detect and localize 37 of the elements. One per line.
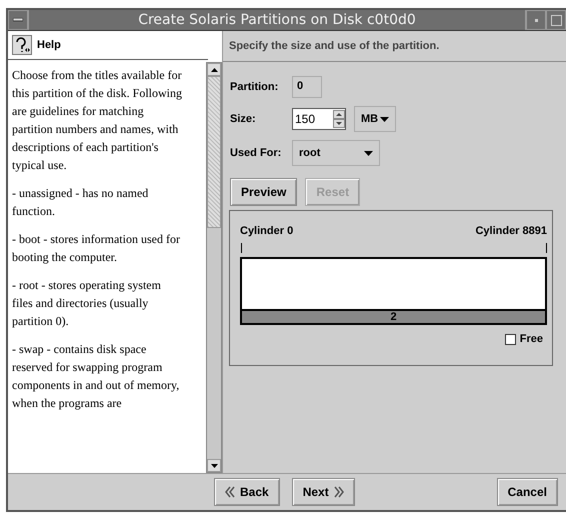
maximize-icon[interactable] [550,14,562,26]
start-cylinder-label: Cylinder 0 [240,225,294,237]
caret-icon [364,150,373,156]
used-for-label: Used For: [230,147,282,159]
partition-field: 0 [292,76,322,98]
partition-label: Partition: [230,81,280,93]
window-title: Create Solaris Partitions on Disk c0t0d0 [28,10,526,30]
help-title: Help [37,39,61,51]
double-chevron-right-icon [334,486,344,498]
minimize-icon[interactable] [534,18,538,22]
scroll-up-icon[interactable] [210,68,218,72]
scrollbar-thumb[interactable] [207,76,221,228]
partition-segment[interactable]: 2 [242,309,545,323]
scrollbar[interactable] [206,62,222,473]
help-paragraph: Choose from the titles available for this partition of the disk. Following are guidelines for matching partition numbers and names, with descriptions of each partition's typical use. [12,67,182,174]
cancel-button[interactable]: Cancel [496,478,558,506]
window-menu-icon[interactable] [13,18,23,22]
free-checkbox[interactable] [504,334,516,344]
preview-button[interactable]: Preview [230,178,298,206]
next-button[interactable]: Next [292,478,355,506]
back-button[interactable]: Back [214,478,280,506]
size-field[interactable]: 150 [292,108,346,130]
double-chevron-left-icon [225,486,235,498]
help-paragraph: - unassigned - has no named function. [12,185,150,220]
spinner-icon[interactable] [333,110,345,128]
help-paragraph: - root - stores operating system files and directories (usually partition 0). [12,277,162,330]
help-paragraph: - swap - contains disk space reserved for swapping program components in and out of memory, when the programs are [12,341,180,412]
free-label: Free [520,333,543,345]
unit-dropdown[interactable]: MB [354,106,396,132]
instruction-text: Specify the size and use of the partition. [223,31,566,62]
caret-icon [380,116,389,122]
size-label: Size: [230,113,257,125]
scroll-down-icon[interactable] [210,464,218,468]
used-for-dropdown[interactable]: root [292,140,380,166]
end-cylinder-label: Cylinder 8891 [475,225,547,237]
help-paragraph: - boot - stores information used for booting the computer. [12,231,181,266]
help-icon[interactable] [12,35,32,55]
